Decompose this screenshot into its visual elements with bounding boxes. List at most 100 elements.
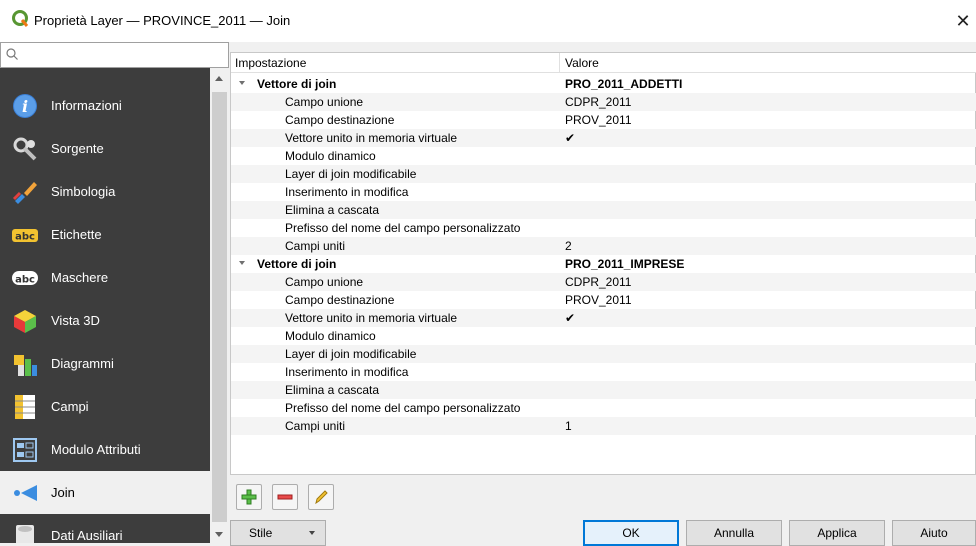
- sidebar-item-label: Simbologia: [51, 184, 116, 199]
- column-header-value[interactable]: Valore: [565, 56, 599, 70]
- join-group-row[interactable]: Vettore di join PRO_2011_IMPRESE: [231, 255, 976, 273]
- scroll-down-icon[interactable]: [215, 532, 223, 537]
- tree-row[interactable]: Prefisso del nome del campo personalizza…: [231, 219, 976, 237]
- tree-row[interactable]: Campi uniti 1: [231, 417, 976, 435]
- sidebar-item-maschere[interactable]: abc Maschere: [0, 256, 210, 299]
- join-tree[interactable]: Impostazione Valore Vettore di join PRO_…: [230, 52, 976, 475]
- sidebar-item-label: Sorgente: [51, 141, 104, 156]
- tree-header: Impostazione Valore: [231, 53, 976, 73]
- row-key: Modulo dinamico: [285, 329, 376, 343]
- tree-row[interactable]: Elimina a cascata: [231, 381, 976, 399]
- add-join-button[interactable]: [236, 484, 262, 510]
- join-icon: [14, 484, 37, 501]
- tree-row[interactable]: Vettore unito in memoria virtuale ✔: [231, 309, 976, 327]
- column-header-setting[interactable]: Impostazione: [235, 56, 306, 70]
- tree-row[interactable]: Campi uniti 2: [231, 237, 976, 255]
- cancel-button[interactable]: Annulla: [686, 520, 782, 546]
- svg-text:i: i: [22, 97, 28, 116]
- sidebar-item-vista-3d[interactable]: Vista 3D: [0, 299, 210, 342]
- tree-row[interactable]: Campo unione CDPR_2011: [231, 93, 976, 111]
- row-value: CDPR_2011: [565, 95, 632, 109]
- row-key: Campi uniti: [285, 239, 346, 253]
- row-key: Campo destinazione: [285, 113, 395, 127]
- tree-row[interactable]: Prefisso del nome del campo personalizza…: [231, 399, 976, 417]
- row-key: Vettore unito in memoria virtuale: [285, 131, 458, 145]
- row-key: Campo unione: [285, 275, 364, 289]
- svg-text:abc: abc: [15, 274, 35, 285]
- expand-caret-icon[interactable]: [239, 81, 245, 85]
- tree-row[interactable]: Campo destinazione PROV_2011: [231, 291, 976, 309]
- sidebar-item-label: Join: [51, 485, 75, 500]
- sidebar-item-label: Informazioni: [51, 98, 122, 113]
- tree-row[interactable]: Elimina a cascata: [231, 201, 976, 219]
- tree-row[interactable]: Inserimento in modifica: [231, 363, 976, 381]
- window-title: Proprietà Layer — PROVINCE_2011 — Join: [34, 13, 291, 28]
- title-bar: Proprietà Layer — PROVINCE_2011 — Join ✕: [0, 0, 976, 42]
- ok-label: OK: [622, 526, 640, 540]
- row-value: CDPR_2011: [565, 275, 632, 289]
- tree-row[interactable]: Inserimento in modifica: [231, 183, 976, 201]
- row-key: Modulo dinamico: [285, 149, 376, 163]
- sidebar-item-label: Dati Ausiliari: [51, 528, 123, 543]
- row-value: PROV_2011: [565, 293, 632, 307]
- ok-button[interactable]: OK: [583, 520, 679, 546]
- sidebar-item-campi[interactable]: Campi: [0, 385, 210, 428]
- row-value: 2: [565, 239, 572, 253]
- fields-table-icon: [15, 394, 35, 419]
- sidebar-item-dati-ausiliari[interactable]: Dati Ausiliari: [0, 514, 210, 543]
- sidebar-item-modulo-attributi[interactable]: Modulo Attributi: [0, 428, 210, 471]
- row-key: Inserimento in modifica: [285, 365, 409, 379]
- tree-row[interactable]: Modulo dinamico: [231, 147, 976, 165]
- sidebar-scrollbar[interactable]: [210, 68, 229, 543]
- remove-join-button[interactable]: [272, 484, 298, 510]
- tree-row[interactable]: Layer di join modificabile: [231, 165, 976, 183]
- sidebar-item-label: Modulo Attributi: [51, 442, 141, 457]
- pencil-icon: [315, 490, 328, 505]
- tree-row[interactable]: Campo unione CDPR_2011: [231, 273, 976, 291]
- group-value: PRO_2011_ADDETTI: [565, 77, 683, 91]
- check-icon: ✔: [565, 131, 576, 145]
- sidebar-item-diagrammi[interactable]: Diagrammi: [0, 342, 210, 385]
- sidebar-item-label: Vista 3D: [51, 313, 100, 328]
- scroll-up-icon[interactable]: [215, 76, 223, 81]
- sidebar-item-simbologia[interactable]: Simbologia: [0, 170, 210, 213]
- tree-row[interactable]: Modulo dinamico: [231, 327, 976, 345]
- plus-icon: [241, 489, 257, 505]
- sidebar-item-join[interactable]: Join: [0, 471, 210, 514]
- source-wrench-icon: [13, 137, 37, 160]
- scrollbar-thumb[interactable]: [212, 92, 227, 522]
- cube-3d-icon: [14, 309, 36, 333]
- svg-text:abc: abc: [15, 231, 35, 242]
- apply-button[interactable]: Applica: [789, 520, 885, 546]
- row-key: Inserimento in modifica: [285, 185, 409, 199]
- minus-icon: [277, 494, 293, 500]
- apply-label: Applica: [817, 526, 857, 540]
- sidebar-item-sorgente[interactable]: Sorgente: [0, 127, 210, 170]
- row-value: 1: [565, 419, 572, 433]
- sidebar-list: i Informazioni Sorgente Simbologia abc E…: [0, 68, 210, 543]
- tree-row[interactable]: Campo destinazione PROV_2011: [231, 111, 976, 129]
- qgis-logo-icon: [12, 10, 29, 27]
- row-value: PROV_2011: [565, 113, 632, 127]
- sidebar-item-informazioni[interactable]: i Informazioni: [0, 84, 210, 127]
- sidebar-search-input[interactable]: [0, 42, 229, 68]
- diagram-icon: [14, 354, 37, 376]
- style-dropdown-button[interactable]: Stile: [230, 520, 326, 546]
- tree-row[interactable]: Vettore unito in memoria virtuale ✔: [231, 129, 976, 147]
- help-button[interactable]: Aiuto: [892, 520, 976, 546]
- join-group-row[interactable]: Vettore di join PRO_2011_ADDETTI: [231, 75, 976, 93]
- check-icon: ✔: [565, 311, 576, 325]
- row-key: Campo unione: [285, 95, 364, 109]
- header-separator: [559, 53, 560, 73]
- sidebar-item-etichette[interactable]: abc Etichette: [0, 213, 210, 256]
- style-label: Stile: [249, 526, 273, 540]
- row-key: Vettore unito in memoria virtuale: [285, 311, 458, 325]
- expand-caret-icon[interactable]: [239, 261, 245, 265]
- row-key: Layer di join modificabile: [285, 347, 417, 361]
- close-button[interactable]: ✕: [950, 8, 976, 34]
- tree-row[interactable]: Layer di join modificabile: [231, 345, 976, 363]
- edit-join-button[interactable]: [308, 484, 334, 510]
- sidebar-item-label: Campi: [51, 399, 89, 414]
- sidebar: i Informazioni Sorgente Simbologia abc E…: [0, 42, 229, 543]
- paintbrush-icon: [12, 181, 37, 204]
